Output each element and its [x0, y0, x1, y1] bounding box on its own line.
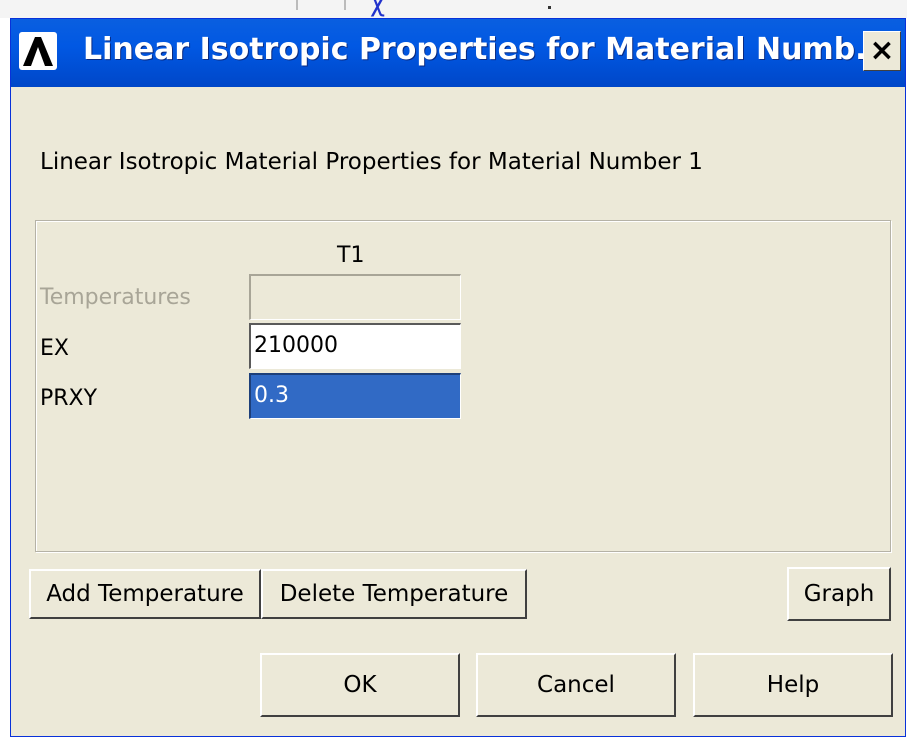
material-properties-dialog: Linear Isotropic Properties for Material…: [10, 18, 906, 737]
ok-button[interactable]: OK: [260, 653, 460, 717]
delete-temperature-button[interactable]: Delete Temperature: [261, 569, 527, 619]
title-bar[interactable]: Linear Isotropic Properties for Material…: [11, 19, 905, 87]
row-label-ex: EX: [40, 336, 69, 361]
help-button[interactable]: Help: [693, 653, 893, 717]
add-temperature-button[interactable]: Add Temperature: [29, 569, 261, 619]
temperature-value-field[interactable]: [249, 274, 461, 320]
close-button[interactable]: ×: [863, 31, 901, 71]
dialog-subtitle: Linear Isotropic Material Properties for…: [40, 149, 703, 175]
background-window-strip: χ: [0, 0, 907, 18]
cancel-button[interactable]: Cancel: [476, 653, 676, 717]
ex-value-field[interactable]: 210000: [249, 323, 461, 369]
properties-table-panel: [35, 220, 891, 552]
background-separator: [296, 0, 298, 10]
row-label-temperatures: Temperatures: [40, 285, 191, 310]
column-header-t1: T1: [337, 243, 365, 268]
graph-button[interactable]: Graph: [787, 567, 891, 621]
row-label-prxy: PRXY: [40, 386, 98, 411]
background-dot: [548, 6, 551, 9]
window-title: Linear Isotropic Properties for Material…: [83, 32, 890, 67]
close-icon: ×: [869, 33, 895, 68]
background-separator: [344, 0, 346, 10]
ansys-logo-icon: [19, 32, 57, 70]
prxy-value-field[interactable]: 0.3: [249, 373, 461, 419]
background-glyph: χ: [370, 0, 386, 18]
